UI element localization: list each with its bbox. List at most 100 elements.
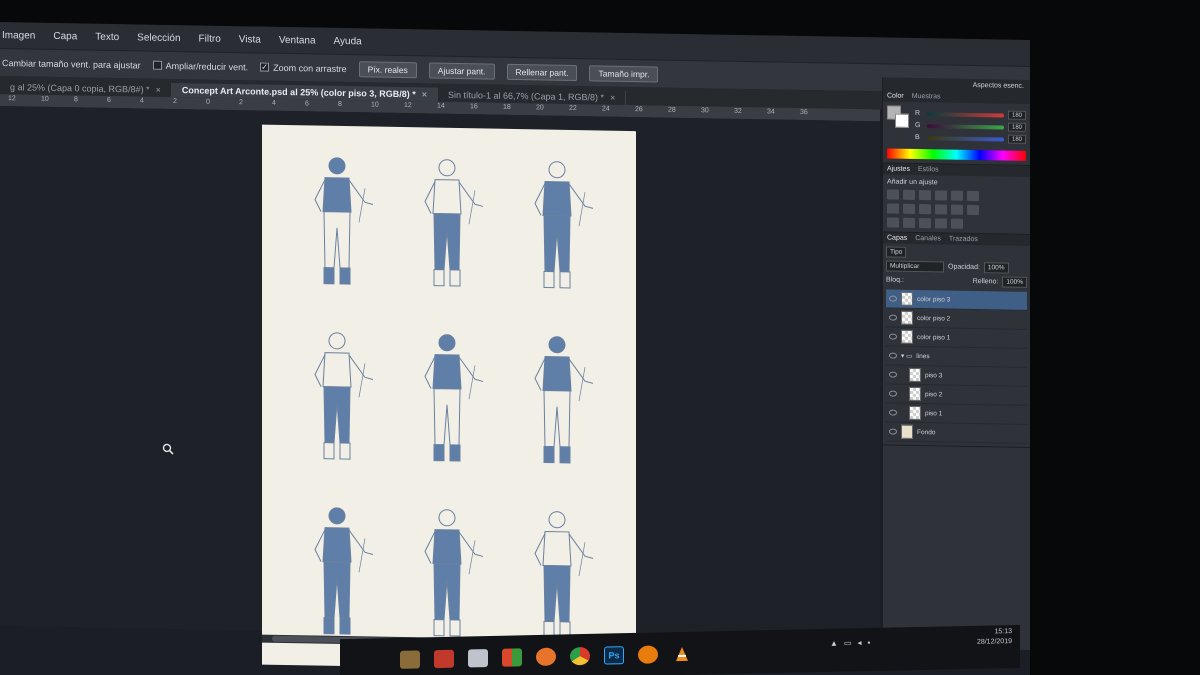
layer-row[interactable]: Fondo	[886, 422, 1027, 444]
layer-row[interactable]: ▾ ▭ lines	[886, 346, 1027, 368]
network-icon[interactable]: ▭	[844, 638, 852, 647]
close-icon[interactable]: ×	[610, 93, 615, 103]
vlc-icon[interactable]	[672, 644, 692, 662]
green-value[interactable]: 180	[1008, 122, 1026, 132]
layer-row[interactable]: color piso 3	[886, 289, 1027, 311]
visibility-eye-icon[interactable]	[889, 333, 897, 340]
zoom-all-windows-option[interactable]: Ampliar/reducir vent.	[152, 60, 248, 72]
canvas-workspace[interactable]	[0, 106, 880, 672]
close-icon[interactable]: ×	[422, 89, 427, 99]
file-explorer-icon[interactable]	[400, 649, 420, 669]
tab-adjustments[interactable]: Ajustes	[887, 165, 910, 172]
resize-windows-option[interactable]: Cambiar tamaño vent. para ajustar	[2, 58, 141, 70]
chevron-up-icon[interactable]: ▲	[830, 639, 838, 648]
blue-value[interactable]: 180	[1008, 134, 1026, 144]
menu-capa[interactable]: Capa	[53, 30, 77, 41]
blender-icon[interactable]	[638, 644, 658, 664]
layer-kind-dropdown[interactable]: Tipo	[886, 246, 907, 258]
tab-layers[interactable]: Capas	[887, 234, 907, 241]
photo-filter-icon[interactable]	[935, 204, 947, 215]
layer-name: Fondo	[917, 428, 936, 436]
scrubby-zoom-option[interactable]: ✓ Zoom con arrastre	[260, 62, 347, 74]
checkbox-checked-icon[interactable]: ✓	[260, 62, 270, 72]
posterize-icon[interactable]	[903, 217, 915, 228]
channel-mixer-icon[interactable]	[951, 204, 963, 215]
menu-imagen[interactable]: Imagen	[2, 30, 35, 42]
menu-seleccion[interactable]: Selección	[137, 32, 180, 44]
channel-label: R	[915, 109, 921, 118]
color-lookup-icon[interactable]	[967, 204, 979, 216]
visibility-eye-icon[interactable]	[889, 295, 897, 302]
fill-input[interactable]: 100%	[1002, 276, 1027, 288]
layer-row[interactable]: piso 3	[886, 365, 1027, 387]
print-size-button[interactable]: Tamaño impr.	[589, 64, 659, 82]
menu-texto[interactable]: Texto	[95, 31, 119, 42]
green-track[interactable]	[927, 123, 1004, 130]
layer-row[interactable]: piso 2	[886, 384, 1027, 406]
tab-color[interactable]: Color	[887, 92, 904, 99]
layer-name: piso 3	[925, 371, 943, 379]
selective-color-icon[interactable]	[935, 218, 947, 229]
menu-ayuda[interactable]: Ayuda	[334, 35, 362, 46]
layer-thumbnail	[901, 329, 913, 344]
visibility-eye-icon[interactable]	[889, 371, 897, 378]
office-icon[interactable]	[502, 647, 522, 667]
clock[interactable]: 15:13 28/12/2019	[977, 627, 1012, 648]
color-spectrum[interactable]	[887, 148, 1026, 161]
red-slider[interactable]: R 180	[915, 109, 1026, 120]
close-icon[interactable]: ×	[156, 85, 161, 95]
opacity-input[interactable]: 100%	[983, 262, 1009, 274]
fill-screen-button[interactable]: Rellenar pant.	[506, 63, 578, 81]
blend-mode-dropdown[interactable]: Multiplicar	[886, 260, 944, 273]
invert-icon[interactable]	[887, 217, 899, 228]
red-value[interactable]: 180	[1008, 110, 1026, 120]
tab-styles[interactable]: Estilos	[918, 166, 939, 173]
mail-icon[interactable]	[468, 648, 488, 667]
gradient-map-icon[interactable]	[951, 218, 963, 229]
photoshop-icon[interactable]: Ps	[604, 645, 624, 665]
firefox-icon[interactable]	[536, 647, 556, 666]
folder-icon[interactable]: ▾ ▭	[901, 352, 912, 360]
visibility-eye-icon[interactable]	[889, 428, 897, 435]
visibility-eye-icon[interactable]	[889, 314, 897, 321]
actual-pixels-button[interactable]: Píx. reales	[358, 60, 417, 78]
levels-icon[interactable]	[903, 189, 915, 200]
visibility-eye-icon[interactable]	[889, 409, 897, 416]
tab-channels[interactable]: Canales	[915, 235, 941, 242]
tab-swatches[interactable]: Muestras	[912, 93, 941, 101]
color-balance-icon[interactable]	[903, 203, 915, 214]
chrome-icon[interactable]	[570, 646, 590, 665]
checkbox-icon[interactable]	[152, 60, 162, 70]
red-track[interactable]	[927, 111, 1004, 118]
curves-icon[interactable]	[919, 190, 931, 201]
layer-thumbnail	[909, 405, 921, 421]
volume-icon[interactable]: ◂	[857, 638, 861, 647]
background-color-swatch[interactable]	[895, 113, 909, 128]
blue-track[interactable]	[927, 135, 1004, 142]
threshold-icon[interactable]	[919, 218, 931, 229]
layer-row[interactable]: piso 1	[886, 403, 1027, 425]
layer-row[interactable]: color piso 1	[886, 327, 1027, 349]
store-icon[interactable]	[434, 649, 454, 668]
layer-row[interactable]: color piso 2	[886, 308, 1027, 330]
hue-saturation-icon[interactable]	[887, 203, 899, 214]
gradient-triangle-icon[interactable]	[967, 190, 979, 202]
visibility-eye-icon[interactable]	[889, 390, 897, 397]
vibrance-icon[interactable]	[951, 190, 963, 201]
brightness-icon[interactable]	[887, 189, 899, 200]
visibility-eye-icon[interactable]	[889, 352, 897, 359]
menu-ventana[interactable]: Ventana	[279, 34, 316, 46]
blue-slider[interactable]: B 180	[915, 133, 1026, 144]
menu-filtro[interactable]: Filtro	[199, 33, 221, 44]
green-slider[interactable]: G 180	[915, 121, 1026, 132]
menu-vista[interactable]: Vista	[239, 34, 261, 45]
exposure-icon[interactable]	[935, 190, 947, 201]
fg-bg-swatches[interactable]	[887, 105, 909, 128]
tab-paths[interactable]: Trazados	[949, 236, 978, 244]
document-canvas[interactable]	[262, 124, 636, 672]
fit-screen-button[interactable]: Ajustar pant.	[428, 61, 495, 80]
language-icon[interactable]: ▪	[868, 638, 871, 647]
blend-row: Multiplicar Opacidad: 100%	[886, 260, 1027, 274]
tab-label: g al 25% (Capa 0 copia, RGB/8#) *	[10, 82, 150, 95]
black-white-icon[interactable]	[919, 204, 931, 215]
